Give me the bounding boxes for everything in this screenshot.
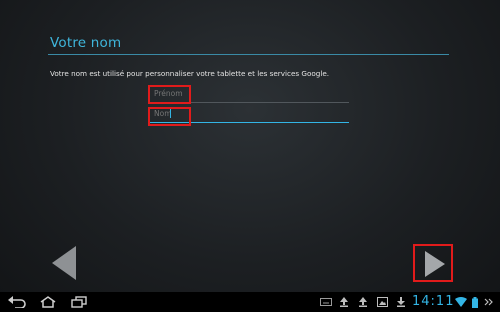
chevron-right-icon (482, 292, 496, 312)
setup-screen: Votre nom Votre nom est utilisé pour per… (0, 0, 500, 312)
back-icon[interactable] (6, 292, 28, 312)
upload-icon (355, 292, 371, 312)
home-icon[interactable] (37, 292, 59, 312)
keyboard-icon (318, 292, 334, 312)
last-name-field[interactable] (150, 104, 349, 123)
text-cursor (170, 108, 171, 118)
previous-button[interactable] (50, 245, 80, 281)
last-name-input[interactable] (150, 104, 349, 122)
right-arrow-icon (425, 251, 445, 277)
title-divider (48, 54, 449, 55)
system-bar: 14:11 (0, 292, 500, 312)
left-arrow-icon (52, 246, 76, 280)
image-icon (374, 292, 390, 312)
first-name-input[interactable] (150, 84, 349, 102)
page-title: Votre nom (50, 35, 122, 51)
battery-icon (470, 292, 480, 312)
download-icon (393, 292, 409, 312)
recent-apps-icon[interactable] (68, 292, 90, 312)
first-name-field[interactable] (150, 84, 349, 103)
description-text: Votre nom est utilisé pour personnaliser… (50, 69, 330, 78)
next-button[interactable] (413, 244, 453, 282)
wifi-icon (454, 292, 468, 312)
clock: 14:11 (412, 294, 455, 309)
last-name-underline (150, 122, 349, 123)
upload-icon (336, 292, 352, 312)
first-name-underline (150, 102, 349, 103)
